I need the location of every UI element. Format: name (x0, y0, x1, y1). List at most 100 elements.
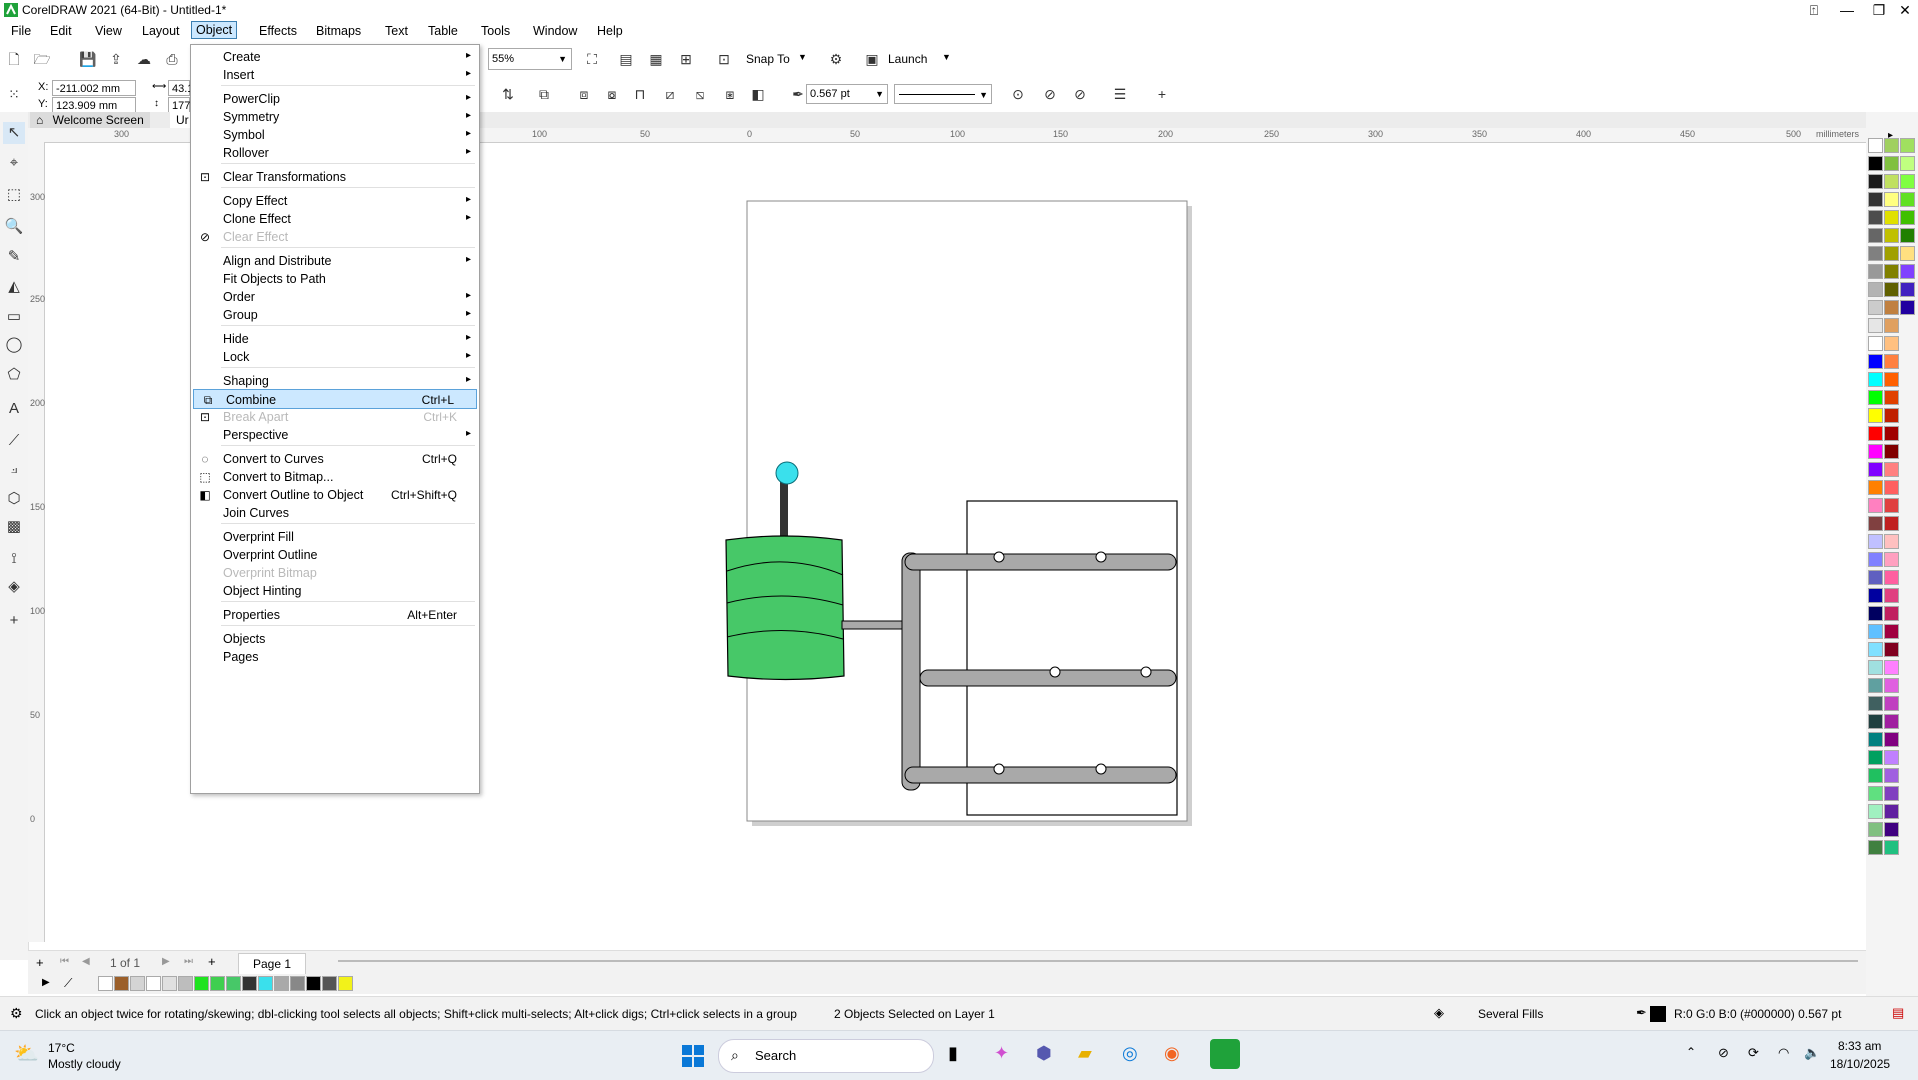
color-swatch[interactable] (1868, 390, 1883, 405)
menu-item-join-curves[interactable]: Join Curves (191, 503, 479, 523)
reference-point-icon[interactable]: ⁙ (4, 84, 24, 104)
color-swatch[interactable] (1868, 462, 1883, 477)
menu-view[interactable]: View (92, 23, 125, 39)
color-swatch[interactable] (1868, 516, 1883, 531)
color-swatch[interactable] (210, 976, 225, 991)
color-swatch[interactable] (1868, 318, 1883, 333)
y-position-field[interactable]: 123.909 mm (52, 97, 136, 113)
launch-icon[interactable]: ▣ (862, 49, 882, 69)
dimension-tool-icon[interactable]: ⟋ (3, 430, 25, 452)
simplify-icon[interactable]: ⧄ (660, 84, 680, 104)
color-swatch[interactable] (1884, 588, 1899, 603)
copilot-icon[interactable]: ✦ (994, 1043, 1009, 1064)
wifi-icon[interactable]: ◠ (1778, 1045, 1789, 1061)
weather-icon[interactable]: ⛅ (14, 1041, 39, 1066)
color-swatch[interactable] (1868, 786, 1883, 801)
menu-item-convert-outline-to-object[interactable]: ◧ Convert Outline to Object Ctrl+Shift+Q (191, 485, 479, 505)
color-swatch[interactable] (1900, 192, 1915, 207)
close-button[interactable]: ✕ (1890, 0, 1918, 20)
color-swatch[interactable] (1868, 156, 1883, 171)
color-swatch[interactable] (1868, 624, 1883, 639)
open-icon[interactable]: 🗁 (32, 49, 52, 69)
menu-item-group[interactable]: Group ▸ (191, 305, 479, 325)
teams-icon[interactable]: ⬢ (1036, 1043, 1052, 1064)
color-swatch[interactable] (1884, 660, 1899, 675)
nozzle[interactable] (993, 763, 1005, 775)
tank-antenna[interactable] (780, 475, 788, 540)
color-swatch[interactable] (258, 976, 273, 991)
color-swatch[interactable] (1868, 804, 1883, 819)
menu-layout[interactable]: Layout (139, 23, 183, 39)
menu-item-perspective[interactable]: Perspective ▸ (191, 425, 479, 445)
trim-icon[interactable]: ⧇ (602, 84, 622, 104)
color-proof-icon[interactable]: ▤ (1892, 1005, 1904, 1021)
menu-item-convert-to-bitmap[interactable]: ⬚ Convert to Bitmap... (191, 467, 479, 487)
page-tab[interactable]: Page 1 (238, 953, 306, 975)
color-swatch[interactable] (1884, 462, 1899, 477)
color-swatch[interactable] (290, 976, 305, 991)
color-swatch[interactable] (146, 976, 161, 991)
color-swatch[interactable] (1884, 624, 1899, 639)
launch-label[interactable]: Launch (888, 52, 927, 66)
color-swatch[interactable] (1884, 264, 1899, 279)
color-swatch[interactable] (1868, 588, 1883, 603)
color-swatch[interactable] (1900, 228, 1915, 243)
nozzle[interactable] (993, 551, 1005, 563)
account-icon[interactable]: ⍐ (1799, 0, 1829, 20)
upload-icon[interactable]: ⇪ (106, 49, 126, 69)
menu-item-insert[interactable]: Insert ▸ (191, 65, 479, 85)
menu-item-order[interactable]: Order ▸ (191, 287, 479, 307)
color-swatch[interactable] (1884, 390, 1899, 405)
windows-start-icon[interactable] (682, 1045, 704, 1067)
color-swatch[interactable] (1900, 210, 1915, 225)
color-swatch[interactable] (1868, 138, 1883, 153)
intersect-icon[interactable]: ⊓ (630, 84, 650, 104)
color-swatch[interactable] (1868, 426, 1883, 441)
pipe-middle[interactable] (919, 669, 1177, 687)
coreldraw-taskbar-icon[interactable] (1210, 1039, 1240, 1069)
color-swatch[interactable] (1900, 282, 1915, 297)
transform-tool-icon[interactable]: ⬚ (3, 184, 25, 206)
color-swatch[interactable] (1868, 642, 1883, 657)
color-swatch[interactable] (1884, 750, 1899, 765)
last-page-icon[interactable]: ⏭ (184, 956, 193, 967)
menu-item-pages[interactable]: Pages (191, 647, 479, 667)
color-swatch[interactable] (1884, 804, 1899, 819)
cyan-ball[interactable] (775, 461, 799, 485)
color-swatch[interactable] (1884, 696, 1899, 711)
chevron-down-icon[interactable]: ▼ (942, 52, 951, 62)
color-swatch[interactable] (1868, 408, 1883, 423)
zoom-tool-icon[interactable]: 🔍 (3, 216, 25, 238)
next-page-icon[interactable]: ▶ (162, 956, 170, 967)
outline-width-field[interactable]: 0.567 pt ▼ (806, 84, 888, 104)
color-swatch[interactable] (1900, 174, 1915, 189)
minimize-button[interactable]: — (1832, 0, 1862, 20)
palette-arrow-icon[interactable]: ▶ (42, 977, 50, 988)
color-swatch[interactable] (1868, 714, 1883, 729)
pipe-top[interactable] (904, 553, 1177, 571)
color-swatch[interactable] (1868, 840, 1883, 855)
vertical-manifold[interactable] (901, 552, 921, 791)
color-swatch[interactable] (1900, 300, 1915, 315)
save-icon[interactable]: 💾 (78, 49, 98, 69)
color-swatch[interactable] (1868, 768, 1883, 783)
color-swatch[interactable] (1884, 840, 1899, 855)
text-tool-icon[interactable]: A (3, 398, 25, 420)
snap-to-label[interactable]: Snap To (746, 52, 790, 66)
freehand-tool-icon[interactable]: ✎ (3, 246, 25, 268)
no-color-swatch[interactable] (98, 976, 113, 991)
color-swatch[interactable] (1900, 138, 1915, 153)
zoom-page-icon[interactable]: ⛶ (582, 49, 602, 69)
add-page-end-icon[interactable]: + (208, 954, 216, 969)
polygon-tool-icon[interactable]: ⬠ (3, 364, 25, 386)
menu-tools[interactable]: Tools (478, 23, 513, 39)
boundary-icon[interactable]: ◧ (748, 84, 768, 104)
color-swatch[interactable] (1868, 750, 1883, 765)
color-swatch[interactable] (1868, 822, 1883, 837)
cloud-icon[interactable]: ☁ (134, 49, 154, 69)
firefox-icon[interactable]: ◉ (1164, 1043, 1180, 1064)
color-swatch[interactable] (322, 976, 337, 991)
eyedropper-icon[interactable]: ⟋ (64, 976, 72, 991)
menu-text[interactable]: Text (382, 23, 411, 39)
color-swatch[interactable] (1884, 354, 1899, 369)
